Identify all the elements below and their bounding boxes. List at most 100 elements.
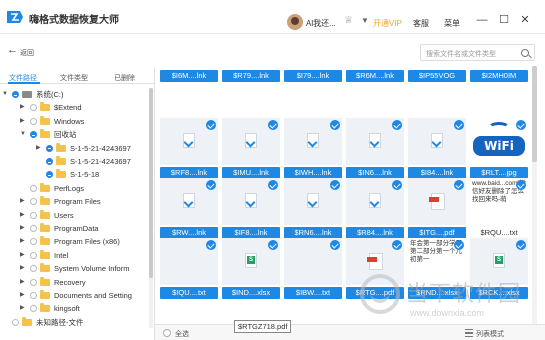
tree-item[interactable]: ▶ kingsoft xyxy=(0,302,148,315)
user-name[interactable]: Al我还... xyxy=(306,18,336,29)
folder-icon xyxy=(22,316,32,326)
selected-check-icon[interactable] xyxy=(268,180,278,190)
folder-icon xyxy=(40,196,50,206)
tree-item[interactable]: ▼ 系统(C:) xyxy=(0,88,148,101)
selected-check-icon[interactable] xyxy=(268,240,278,250)
tree-item-checkbox[interactable] xyxy=(30,131,37,139)
grid-scrollbar[interactable] xyxy=(532,66,537,324)
tree-item-label: Program Files (x86) xyxy=(54,237,120,247)
tree-item[interactable]: ▶ Intel xyxy=(0,249,148,262)
tree-item-checkbox[interactable] xyxy=(12,318,19,326)
tree-item-checkbox[interactable] xyxy=(30,305,37,313)
tab-file-type[interactable]: 文件类型 xyxy=(60,73,88,83)
chevron-right-icon[interactable]: ▶ xyxy=(20,115,25,128)
chevron-right-icon[interactable]: ▶ xyxy=(20,262,25,275)
selected-check-icon[interactable] xyxy=(392,120,402,130)
list-mode-icon[interactable] xyxy=(465,329,473,337)
tree-item-checkbox[interactable] xyxy=(30,225,37,232)
search-icon[interactable] xyxy=(521,49,529,57)
chevron-right-icon[interactable]: ▶ xyxy=(20,101,25,114)
selected-check-icon[interactable] xyxy=(330,180,340,190)
tree-item[interactable]: S-1-5-18 xyxy=(0,168,148,181)
minimize-icon[interactable]: — xyxy=(475,13,489,27)
selected-check-icon[interactable] xyxy=(330,240,340,250)
search-input[interactable]: 搜索文件名或文件类型 xyxy=(420,44,535,61)
tree-item[interactable]: ▶ Documents and Setting xyxy=(0,289,148,302)
tree-scrollbar[interactable] xyxy=(149,88,153,328)
tree-item-checkbox[interactable] xyxy=(30,117,37,125)
vip-button[interactable]: 开通VIP xyxy=(373,18,402,29)
selected-check-icon[interactable] xyxy=(392,240,402,250)
selected-check-icon[interactable] xyxy=(454,240,464,250)
chevron-right-icon[interactable]: ▶ xyxy=(20,276,25,289)
tree-item[interactable]: ▶ Users xyxy=(0,209,148,222)
tree-item[interactable]: ▶ S-1-5-21-4243697 xyxy=(0,142,148,155)
tree-item[interactable]: ▶ Recovery xyxy=(0,276,148,289)
selected-check-icon[interactable] xyxy=(516,120,526,130)
tree-item[interactable]: ▼ 回收站 xyxy=(0,128,148,141)
tree-item-checkbox[interactable] xyxy=(46,171,53,179)
tree-item[interactable]: ▶ Program Files xyxy=(0,195,148,208)
selected-check-icon[interactable] xyxy=(206,240,216,250)
selected-check-icon[interactable] xyxy=(516,240,526,250)
tree-item-checkbox[interactable] xyxy=(30,211,37,219)
tab-deleted[interactable]: 已删除 xyxy=(114,73,135,83)
file-name: $I79....lnk xyxy=(284,70,342,82)
list-mode-button[interactable]: 列表模式 xyxy=(476,329,504,339)
service-button[interactable]: 客服 xyxy=(413,18,429,29)
shortcut-doc-icon xyxy=(369,133,381,148)
tree-item-checkbox[interactable] xyxy=(30,292,37,299)
folder-icon xyxy=(40,223,50,232)
back-arrow-icon[interactable]: ← xyxy=(7,44,18,56)
tree-item-checkbox[interactable] xyxy=(30,278,37,286)
tree-item[interactable]: ▶ $Extend xyxy=(0,101,148,114)
chevron-right-icon[interactable]: ▶ xyxy=(20,195,25,208)
tree-scrollbar-thumb[interactable] xyxy=(149,88,153,278)
tree-item-checkbox[interactable] xyxy=(30,238,37,246)
tree-item-checkbox[interactable] xyxy=(30,198,37,206)
chevron-right-icon[interactable]: ▶ xyxy=(20,209,25,222)
chevron-down-icon[interactable]: ▼ xyxy=(2,88,8,101)
tree-item-checkbox[interactable] xyxy=(46,144,53,152)
selected-check-icon[interactable] xyxy=(330,120,340,130)
back-button[interactable]: 返回 xyxy=(20,48,34,58)
avatar[interactable] xyxy=(287,14,303,30)
tree-item-checkbox[interactable] xyxy=(30,251,37,259)
tree-item-checkbox[interactable] xyxy=(30,104,37,112)
selected-check-icon[interactable] xyxy=(206,180,216,190)
tree-item-label: S-1-5-21-4243697 xyxy=(70,157,131,166)
selected-check-icon[interactable] xyxy=(206,120,216,130)
chevron-right-icon[interactable]: ▶ xyxy=(20,222,25,235)
maximize-icon[interactable]: ☐ xyxy=(497,13,511,27)
folder-tree: ▼ 系统(C:) ▶ $Extend ▶ Windows ▼ 回收站 ▶ S-1-5-21-424… xyxy=(0,88,148,340)
tree-item-checkbox[interactable] xyxy=(30,184,37,192)
tree-item-checkbox[interactable] xyxy=(12,91,19,98)
tree-item[interactable]: ▶ ProgramData xyxy=(0,222,148,235)
tree-item[interactable]: PerfLogs xyxy=(0,182,148,195)
close-icon[interactable]: ✕ xyxy=(518,13,532,27)
selected-check-icon[interactable] xyxy=(268,120,278,130)
tree-item[interactable]: ▶ Program Files (x86) xyxy=(0,235,148,248)
tree-item-checkbox[interactable] xyxy=(30,265,37,273)
file-name: $IND....xlsx xyxy=(222,287,280,299)
selected-check-icon[interactable] xyxy=(392,180,402,190)
chevron-down-icon[interactable]: ▼ xyxy=(361,16,369,25)
tree-item-checkbox[interactable] xyxy=(46,158,53,165)
tree-item[interactable]: 未知路径-文件 xyxy=(0,316,148,329)
chevron-right-icon[interactable]: ▶ xyxy=(20,302,25,315)
chevron-right-icon[interactable]: ▶ xyxy=(36,142,41,155)
select-all-label[interactable]: 全选 xyxy=(175,329,189,339)
tree-item[interactable]: ▶ System Volume Inform xyxy=(0,262,148,275)
chevron-right-icon[interactable]: ▶ xyxy=(20,289,25,302)
selected-check-icon[interactable] xyxy=(516,180,526,190)
grid-scrollbar-thumb[interactable] xyxy=(532,66,537,162)
tree-item[interactable]: S-1-5-21-4243697 xyxy=(0,155,148,168)
tree-item[interactable]: ▶ Windows xyxy=(0,115,148,128)
select-all-checkbox[interactable] xyxy=(163,329,171,337)
selected-check-icon[interactable] xyxy=(454,180,464,190)
chevron-right-icon[interactable]: ▶ xyxy=(20,249,25,262)
menu-button[interactable]: 菜单 xyxy=(444,18,460,29)
chevron-right-icon[interactable]: ▶ xyxy=(20,235,25,248)
selected-check-icon[interactable] xyxy=(454,120,464,130)
chevron-down-icon[interactable]: ▼ xyxy=(20,128,26,141)
